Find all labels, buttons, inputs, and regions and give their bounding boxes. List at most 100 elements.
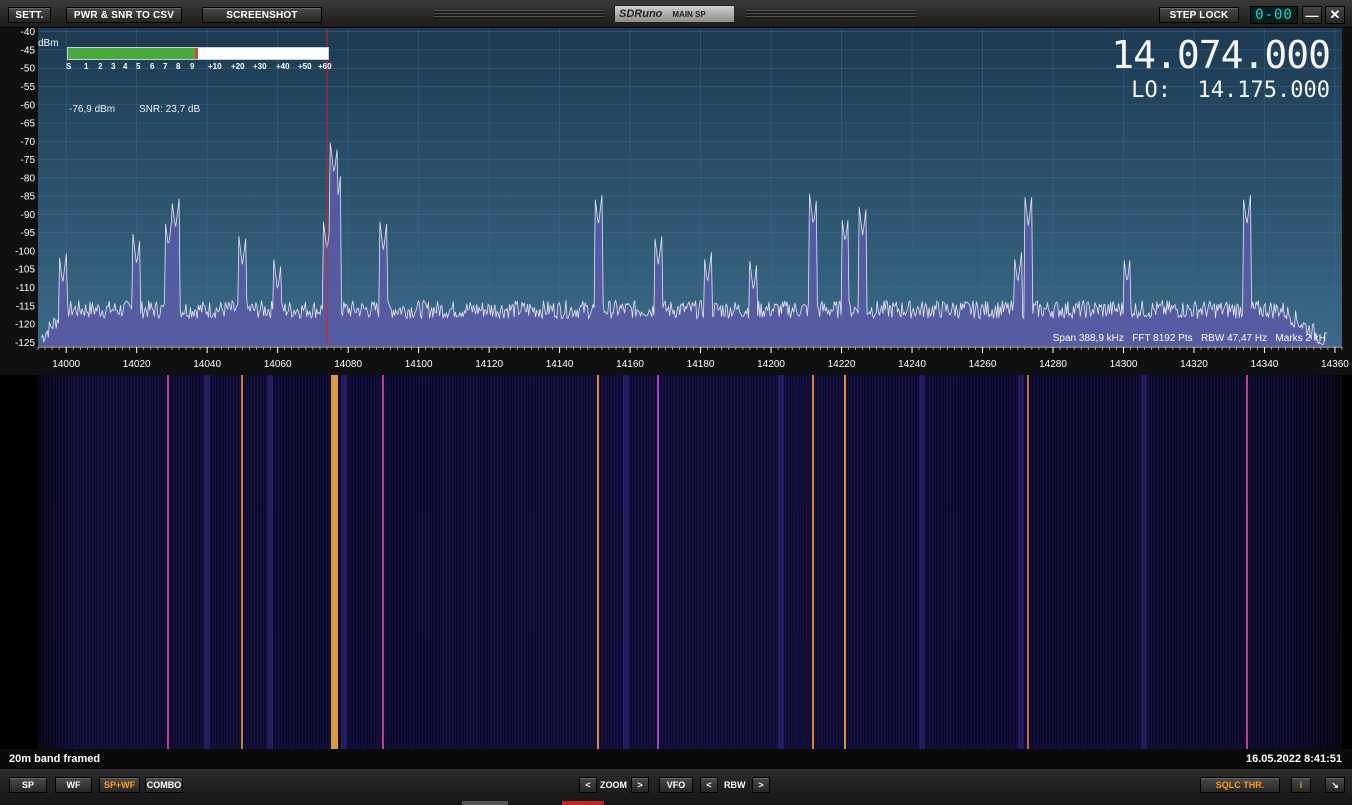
waterfall-faint-band: [1017, 375, 1024, 749]
sp-button[interactable]: SP: [9, 777, 47, 793]
s-meter-scale-label: +40: [276, 62, 290, 71]
minimize-icon[interactable]: —: [1302, 6, 1322, 24]
x-tick-label: 14240: [898, 359, 926, 370]
x-tick-label: 14080: [334, 359, 362, 370]
s-meter-scale-label: 6: [150, 62, 155, 71]
timestamp: 16.05.2022 8:41:51: [1245, 753, 1342, 765]
s-meter-scale: S 1 2 3 4 5 6 7 8 9 +10 +20 +30 +40 +50 +60: [66, 62, 336, 74]
s-meter-scale-label: 7: [163, 62, 168, 71]
s-meter-scale-label: +50: [298, 62, 312, 71]
s-meter-scale-label: 4: [123, 62, 128, 71]
s-meter-scale-label: 9: [190, 62, 195, 71]
x-tick-label: 14040: [193, 359, 221, 370]
waterfall-faint-band: [203, 375, 210, 749]
title-bar: SETT. PWR & SNR TO CSV SCREENSHOT SDRuno…: [0, 0, 1352, 28]
y-tick-label: -105: [15, 265, 35, 276]
s-meter-fill: [68, 48, 196, 59]
s-meter-scale-label: +60: [318, 62, 332, 71]
x-tick-label: 14060: [264, 359, 292, 370]
power-readout: -76,9 dBm: [69, 104, 116, 115]
s-meter-scale-label: 2: [98, 62, 103, 71]
waterfall-faint-band: [778, 375, 785, 749]
waterfall-signal-line: [1027, 375, 1030, 749]
window-name: MAIN SP: [672, 9, 706, 19]
y-tick-label: -100: [15, 246, 35, 257]
zoom-out-button[interactable]: <: [579, 777, 597, 793]
resize-icon[interactable]: ↘: [1325, 777, 1345, 793]
x-tick-label: 14120: [475, 359, 503, 370]
x-tick-label: 14360: [1321, 359, 1349, 370]
close-icon[interactable]: ✕: [1325, 6, 1345, 24]
waterfall-signal-line: [241, 375, 244, 749]
y-tick-label: -90: [21, 210, 36, 221]
lo-frequency-line[interactable]: LO: 14.175.000: [1131, 80, 1330, 102]
bottom-toolbar: SP WF SP+WF COMBO < ZOOM > VFO < RBW > S…: [0, 769, 1352, 805]
x-tick-label: 14320: [1180, 359, 1208, 370]
s-meter-scale-label: 1: [84, 62, 89, 71]
sqlc-threshold-button[interactable]: SQLC THR.: [1200, 777, 1280, 793]
vfo-frequency[interactable]: 14.074.000: [1111, 36, 1331, 74]
spectrum-display[interactable]: -40 -45 -50 -55 -60 -65 -70 -75 -80 -85 -90 -95 -100…: [0, 28, 1352, 375]
drag-grip-left[interactable]: [434, 10, 604, 19]
y-tick-label: -85: [21, 192, 36, 203]
waterfall-signal-line: [167, 375, 170, 749]
sp-wf-button[interactable]: SP+WF: [99, 777, 140, 793]
waterfall-signal-line: [1245, 375, 1248, 749]
waterfall-field: [38, 375, 1342, 749]
s-meter-scale-label: +20: [231, 62, 245, 71]
settings-button[interactable]: SETT.: [8, 7, 51, 23]
zoom-label: ZOOM: [600, 780, 627, 790]
drag-grip-right[interactable]: [746, 10, 916, 19]
s-meter: [67, 47, 329, 60]
waterfall-faint-band: [1141, 375, 1148, 749]
info-button[interactable]: i: [1291, 777, 1311, 793]
tab-indicator-inactive[interactable]: [462, 801, 508, 805]
waterfall-faint-band: [623, 375, 630, 749]
rbw-label: RBW: [724, 780, 746, 790]
tab-indicator-active[interactable]: [562, 801, 604, 805]
step-lock-button[interactable]: STEP LOCK: [1159, 7, 1239, 23]
s-meter-scale-label: 5: [136, 62, 141, 71]
y-tick-label: -95: [21, 228, 36, 239]
y-tick-label: -120: [15, 320, 35, 331]
led-display: 0-00: [1250, 6, 1298, 24]
s-meter-scale-label: S: [66, 62, 72, 71]
s-meter-peak: [195, 48, 199, 59]
waterfall-display[interactable]: [0, 375, 1352, 749]
snr-readout: SNR: 23,7 dB: [139, 104, 201, 115]
wf-button[interactable]: WF: [55, 777, 92, 793]
zoom-in-button[interactable]: >: [631, 777, 649, 793]
waterfall-signal-line: [812, 375, 815, 749]
waterfall-faint-band: [267, 375, 274, 749]
y-tick-label: -70: [21, 137, 36, 148]
y-tick-label: -60: [21, 100, 36, 111]
y-tick-label: -110: [16, 283, 36, 294]
y-tick-label: -65: [21, 119, 36, 130]
waterfall-signal-line: [597, 375, 600, 749]
rbw-down-button[interactable]: <: [700, 777, 718, 793]
waterfall-faint-band: [341, 375, 348, 749]
x-tick-label: 14020: [123, 359, 151, 370]
screenshot-button[interactable]: SCREENSHOT: [202, 7, 322, 23]
x-tick-label: 14100: [405, 359, 433, 370]
y-tick-label: -80: [21, 173, 36, 184]
y-tick-label: -40: [21, 28, 36, 38]
s-meter-scale-label: 8: [176, 62, 181, 71]
vfo-button[interactable]: VFO: [659, 777, 693, 793]
brand-text: SDRuno: [619, 8, 663, 20]
combo-button[interactable]: COMBO: [145, 777, 183, 793]
pwr-snr-csv-button[interactable]: PWR & SNR TO CSV: [66, 7, 182, 23]
sdruno-logo: SDRuno MAIN SP: [614, 5, 735, 23]
y-tick-label: -115: [16, 301, 36, 312]
waterfall-signal-line: [657, 375, 660, 749]
s-meter-scale-label: +10: [208, 62, 222, 71]
status-bar: 20m band framed 16.05.2022 8:41:51: [0, 749, 1352, 769]
y-tick-label: -75: [21, 155, 36, 166]
lo-label: LO:: [1131, 78, 1172, 103]
lo-frequency: 14.175.000: [1197, 78, 1330, 103]
s-meter-scale-label: 3: [111, 62, 116, 71]
x-tick-label: 14340: [1251, 359, 1279, 370]
y-tick-label: -50: [21, 64, 36, 75]
x-tick-label: 14220: [828, 359, 856, 370]
rbw-up-button[interactable]: >: [752, 777, 770, 793]
